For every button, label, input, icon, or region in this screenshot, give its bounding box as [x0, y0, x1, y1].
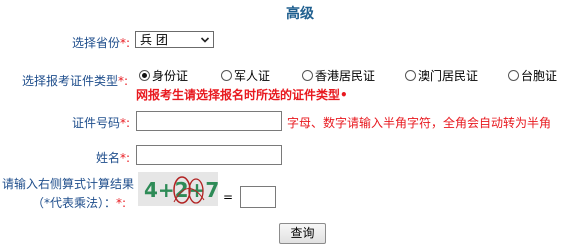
radio-label: 台胞证	[521, 69, 558, 83]
radio-label: 香港居民证	[315, 69, 376, 83]
id-number-label: 证件号码*:	[72, 114, 130, 131]
required-mark: *:	[120, 36, 131, 50]
radio-option-military-card[interactable]: 军人证	[221, 67, 270, 84]
page-title: 高级	[286, 6, 314, 22]
captcha-image[interactable]: 4+2+7	[138, 172, 219, 206]
radio-option-taiwan-compatriot[interactable]: 台胞证	[508, 67, 557, 84]
captcha-text: 4+2+7	[144, 178, 218, 202]
radio-button[interactable]	[508, 70, 519, 81]
equals-sign: =	[223, 190, 234, 204]
radio-option-hk-resident[interactable]: 香港居民证	[302, 67, 375, 84]
name-input[interactable]	[136, 145, 282, 165]
required-mark: *:	[118, 74, 129, 88]
province-select-value: 兵 团	[140, 33, 168, 47]
radio-button[interactable]	[405, 70, 416, 81]
radio-label: 军人证	[234, 69, 271, 83]
required-mark: *:	[120, 116, 131, 130]
radio-button[interactable]	[221, 70, 232, 81]
id-number-input[interactable]	[136, 111, 282, 131]
captcha-label-line2: （*代表乘法）：*:	[32, 194, 126, 211]
radio-button[interactable]	[302, 70, 313, 81]
captcha-label-line2-text: （*代表乘法）：	[32, 196, 117, 210]
province-select[interactable]: 兵 团	[135, 31, 214, 48]
id-type-warning: 网报考生请选择报名时所选的证件类型•	[136, 88, 348, 102]
id-number-hint: 字母、数字请输入半角字符，全角会自动转为半角	[287, 116, 552, 130]
province-label-text: 选择省份	[72, 36, 121, 50]
required-mark: *:	[116, 196, 127, 210]
id-type-label-text: 选择报考证件类型	[22, 74, 119, 88]
radio-option-macau-resident[interactable]: 澳门居民证	[405, 67, 478, 84]
radio-button-checked[interactable]	[139, 70, 150, 81]
captcha-answer-input[interactable]	[240, 186, 276, 208]
id-number-label-text: 证件号码	[72, 116, 121, 130]
captcha-label-line1: 请输入右侧算式计算结果	[2, 177, 135, 191]
required-mark: *:	[120, 151, 131, 165]
name-label-text: 姓名	[96, 151, 121, 165]
id-type-label: 选择报考证件类型*:	[22, 72, 128, 89]
radio-option-id-card[interactable]: 身份证	[139, 67, 188, 84]
radio-label: 身份证	[152, 69, 189, 83]
radio-label: 澳门居民证	[418, 69, 479, 83]
chevron-down-icon	[200, 36, 210, 43]
province-label: 选择省份*:	[72, 34, 130, 51]
name-label: 姓名*:	[96, 149, 130, 166]
query-button[interactable]: 查询	[279, 223, 326, 244]
captcha-graphic: 4+2+7	[144, 176, 219, 204]
